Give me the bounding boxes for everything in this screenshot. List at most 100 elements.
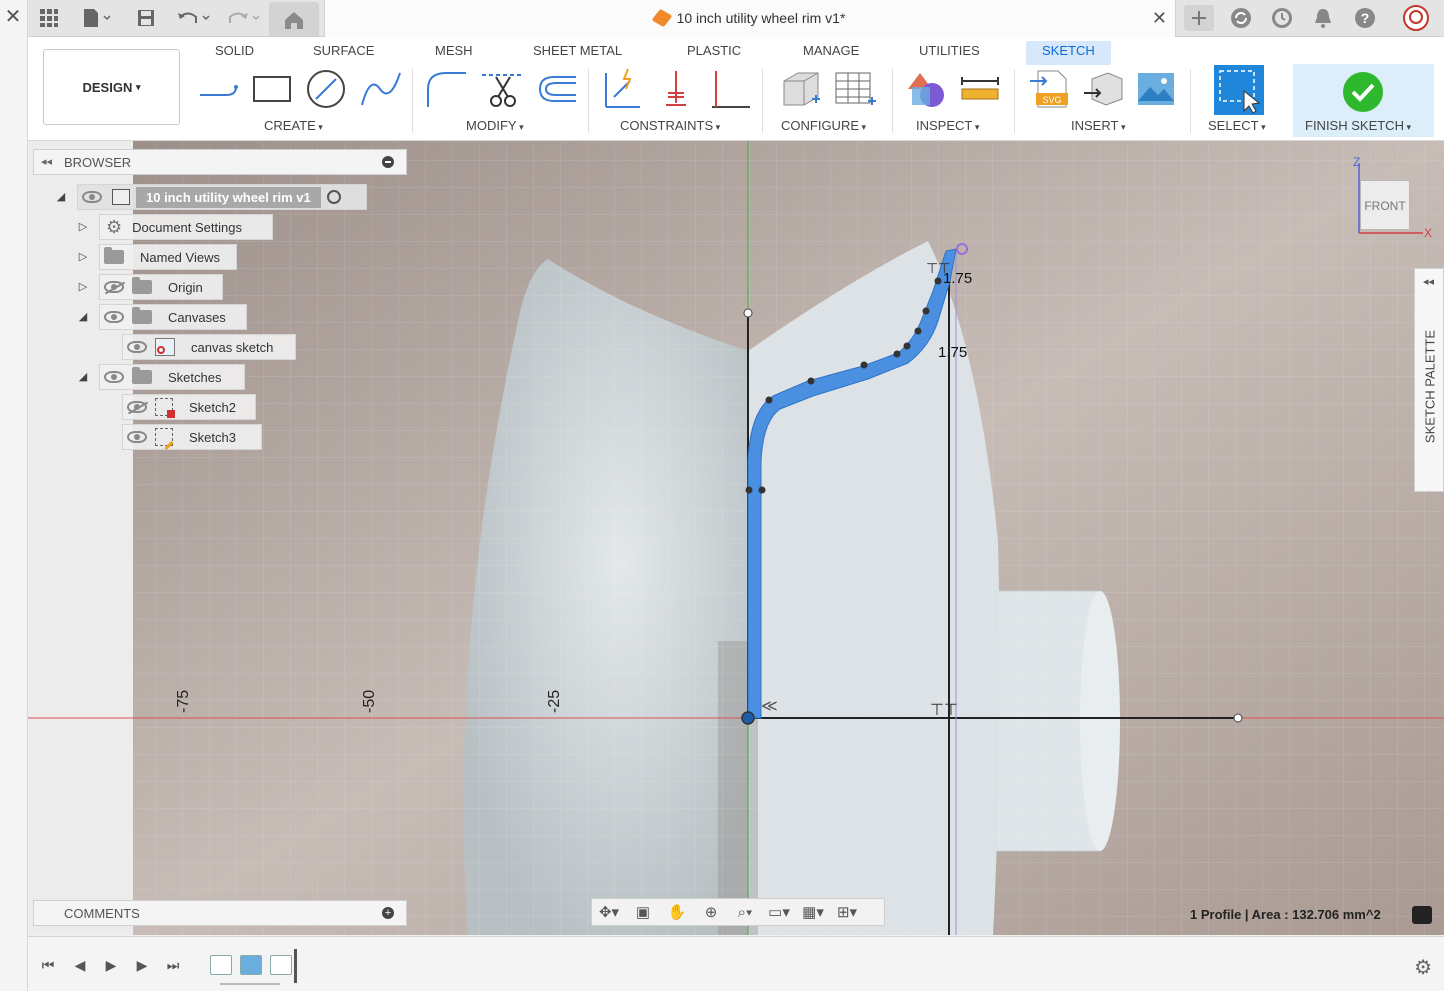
add-comment-icon[interactable]: + [382,907,394,919]
section-analysis-icon[interactable] [904,67,948,111]
offset-tool-icon[interactable] [534,67,578,111]
home-button[interactable] [269,2,319,36]
redo-icon[interactable] [224,5,264,31]
configuration-table-icon[interactable] [832,67,876,111]
parameters-box-icon[interactable] [778,67,822,111]
insert-svg-icon[interactable]: SVG [1028,67,1072,111]
collapse-canvases-icon[interactable]: ◢ [76,310,90,323]
spline-tool-icon[interactable] [358,67,402,111]
sketch-point[interactable] [743,308,753,318]
collapse-browser-icon[interactable]: ◂◂ [41,155,52,168]
tab-surface[interactable]: SURFACE [313,41,374,65]
look-at-icon[interactable]: ▣ [626,901,660,923]
line-tool-icon[interactable] [196,67,240,111]
auto-constrain-icon[interactable] [600,67,644,111]
display-settings-icon[interactable]: ▭▾ [762,901,796,923]
viewports-icon[interactable]: ⊞▾ [830,901,864,923]
browser-item-document-settings[interactable]: ⚙ Document Settings [99,214,273,240]
minimize-browser-icon[interactable] [382,156,394,168]
job-status-clock-icon[interactable] [1269,5,1295,31]
orbit-icon[interactable]: ✥▾ [592,901,626,923]
expand-document-settings-icon[interactable]: ▷ [76,220,90,233]
browser-item-sketch2[interactable]: Sketch2 [122,394,256,420]
browser-item-named-views[interactable]: Named Views [99,244,237,270]
sketch-point[interactable] [1233,713,1243,723]
expand-origin-icon[interactable]: ▷ [76,280,90,293]
close-window-icon[interactable]: ✕ [4,5,22,29]
view-cube[interactable]: FRONT [1360,180,1410,230]
status-indicator-icon[interactable] [1412,906,1432,924]
new-tab-plus-icon[interactable] [1184,5,1214,31]
comments-panel-header[interactable]: COMMENTS + [33,900,407,926]
go-to-start-icon[interactable]: ⏮ [38,956,58,974]
go-to-end-icon[interactable]: ⏭ [163,956,183,974]
activate-radio-icon[interactable] [326,190,341,204]
workspace-dropdown[interactable]: DESIGN ▾ [43,49,180,125]
grid-settings-icon[interactable]: ▦▾ [796,901,830,923]
tab-manage[interactable]: MANAGE [803,41,859,65]
finish-sketch-label[interactable]: FINISH SKETCH [1305,118,1411,133]
sketch-palette-panel[interactable]: ◂◂ SKETCH PALETTE [1414,268,1444,492]
insert-mesh-icon[interactable] [1082,67,1126,111]
insert-group-label[interactable]: INSERT [1071,118,1125,133]
dimension-label[interactable]: 1.75 [938,344,967,361]
measure-icon[interactable] [958,67,1002,111]
perpendicular-constraint-icon[interactable] [708,67,752,111]
collapse-root-icon[interactable]: ◢ [54,190,68,203]
collapse-sketches-icon[interactable]: ◢ [76,370,90,383]
close-tab-icon[interactable]: ✕ [1152,8,1167,29]
save-icon[interactable] [134,5,158,31]
tab-sketch[interactable]: SKETCH [1026,41,1111,65]
tab-utilities[interactable]: UTILITIES [919,41,980,65]
configure-group-label[interactable]: CONFIGURE [781,118,866,133]
insert-canvas-image-icon[interactable] [1134,67,1178,111]
expand-named-views-icon[interactable]: ▷ [76,250,90,263]
zoom-window-icon[interactable]: ⌕▾ [728,901,762,923]
visibility-eye-icon[interactable] [127,431,147,443]
modify-group-label[interactable]: MODIFY [466,118,524,133]
dimension-label[interactable]: 1.75 [943,270,972,287]
undo-icon[interactable] [174,5,214,31]
visibility-eye-icon[interactable] [104,371,124,383]
fillet-tool-icon[interactable] [424,67,468,111]
hidden-eye-icon[interactable] [127,401,147,413]
zoom-icon[interactable]: ⊕ [694,901,728,923]
sync-icon[interactable] [1228,5,1254,31]
select-tool-icon[interactable] [1214,65,1264,115]
browser-item-sketches[interactable]: Sketches [99,364,245,390]
create-group-label[interactable]: CREATE [264,118,323,133]
play-icon[interactable]: ▶ [101,956,121,974]
timeline-sketch-feature[interactable] [270,955,292,975]
browser-root-item[interactable]: 10 inch utility wheel rim v1 [77,184,367,210]
tab-sheet-metal[interactable]: SHEET METAL [533,41,622,65]
trim-tool-icon[interactable] [480,67,524,111]
user-avatar[interactable] [1402,5,1430,31]
coincident-constraint-icon[interactable] [654,67,698,111]
timeline-canvas-feature[interactable] [240,955,262,975]
circle-tool-icon[interactable] [304,67,348,111]
constraints-group-label[interactable]: CONSTRAINTS [620,118,720,133]
origin-point[interactable] [741,711,755,725]
document-tab[interactable]: 10 inch utility wheel rim v1* ✕ [324,0,1176,38]
visibility-eye-icon[interactable] [82,191,102,203]
browser-item-origin[interactable]: Origin [99,274,223,300]
step-back-icon[interactable]: ◀ [70,956,90,974]
3d-viewport[interactable]: ⊤⊤ ⊤⊤ ≪ 1.75 1.75 -75 -50 -25 Z X [28,141,1444,935]
tab-mesh[interactable]: MESH [435,41,473,65]
file-menu-icon[interactable] [80,5,114,31]
timeline-sketch-feature[interactable] [210,955,232,975]
app-grid-icon[interactable] [36,5,62,31]
hidden-eye-icon[interactable] [104,281,124,293]
tab-plastic[interactable]: PLASTIC [687,41,741,65]
help-icon[interactable]: ? [1352,5,1378,31]
browser-item-canvases[interactable]: Canvases [99,304,247,330]
timeline-settings-gear-icon[interactable]: ⚙ [1414,955,1432,980]
timeline-marker[interactable] [294,949,297,983]
rectangle-tool-icon[interactable] [250,67,294,111]
browser-item-sketch3[interactable]: Sketch3 [122,424,262,451]
expand-palette-icon[interactable]: ◂◂ [1423,275,1434,288]
tab-solid[interactable]: SOLID [215,41,254,65]
pan-hand-icon[interactable]: ✋ [660,901,694,923]
inspect-group-label[interactable]: INSPECT [916,118,979,133]
viewport-canvas[interactable]: ⊤⊤ ⊤⊤ ≪ 1.75 1.75 -75 -50 -25 Z X [28,141,1444,935]
